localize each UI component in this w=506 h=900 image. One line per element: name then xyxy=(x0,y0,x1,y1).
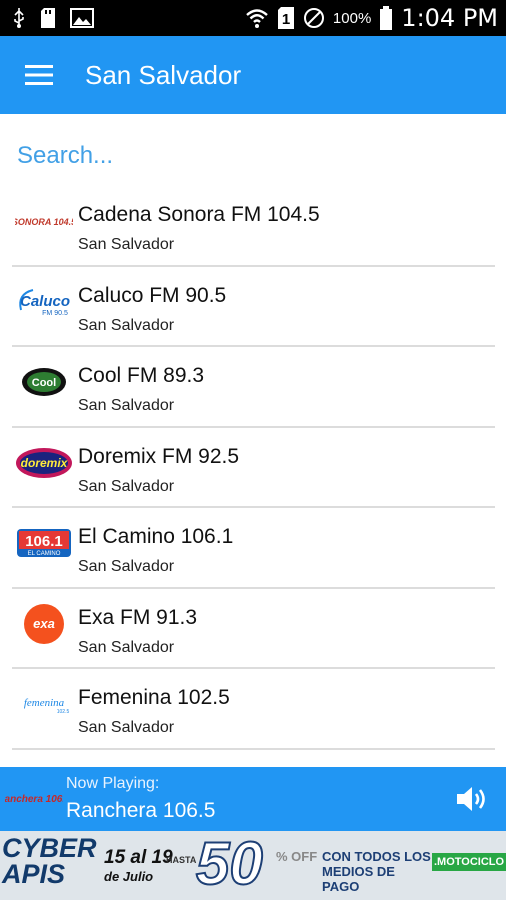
ranchera-logo: Ranchera 106.5 xyxy=(0,787,71,811)
ad-brand-line1: CYBER xyxy=(2,833,97,863)
station-city: San Salvador xyxy=(78,558,175,575)
cool-fm-logo: Cool xyxy=(15,363,73,401)
station-city: San Salvador xyxy=(78,236,175,253)
svg-text:Caluco: Caluco xyxy=(20,293,70,310)
sim-slot-number: 1 xyxy=(282,11,290,28)
list-item[interactable]: exa Exa FM 91.3 San Salvador xyxy=(12,589,495,669)
station-city: San Salvador xyxy=(78,316,175,334)
exa-fm-logo: exa xyxy=(15,603,73,644)
svg-text:106.1: 106.1 xyxy=(25,533,63,550)
status-bar: 1 100% 1:04 PM xyxy=(0,0,506,36)
femenina-logo: femenina 102.5 xyxy=(15,685,73,723)
list-item[interactable]: 106.1 EL CAMINO El Camino 106.1 San Salva… xyxy=(12,508,495,589)
ad-partner-badge: .MOTOCICLO xyxy=(432,853,506,871)
list-item[interactable]: Caluco FM 90.5 Caluco FM 90.5 San Salvado… xyxy=(12,267,495,347)
station-name: Exa FM 91.3 xyxy=(78,605,198,629)
station-city: San Salvador xyxy=(78,477,175,495)
svg-text:exa: exa xyxy=(33,616,55,631)
ad-discount: 50 xyxy=(195,831,264,897)
volume-icon[interactable] xyxy=(455,783,489,815)
clock: 1:04 PM xyxy=(401,4,498,32)
ad-off: % OFF xyxy=(276,849,318,864)
ad-payment-text: CON TODOS LOS MEDIOS DE PAGO xyxy=(322,849,431,894)
station-city: San Salvador xyxy=(78,719,175,736)
station-name: Femenina 102.5 xyxy=(78,686,230,709)
svg-text:SONORA 104.5: SONORA 104.5 xyxy=(15,217,73,227)
list-item[interactable]: SONORA 104.5 Cadena Sonora FM 104.5 San … xyxy=(12,186,495,267)
now-playing-bar[interactable]: Ranchera 106.5 Now Playing: Ranchera 106… xyxy=(0,767,506,831)
station-list: SONORA 104.5 Cadena Sonora FM 104.5 San … xyxy=(12,186,495,750)
ad-brand: CYBER APIS xyxy=(2,833,97,889)
search-input[interactable] xyxy=(17,138,487,174)
wifi-icon xyxy=(245,6,269,30)
menu-button[interactable] xyxy=(0,36,78,114)
station-name: Caluco FM 90.5 xyxy=(78,283,227,307)
hamburger-menu-icon[interactable] xyxy=(25,64,53,86)
list-item[interactable]: doremix Doremix FM 92.5 San Salvador xyxy=(12,428,495,508)
sim-icon: 1 xyxy=(277,6,295,30)
now-playing-station: Ranchera 106.5 xyxy=(66,799,216,822)
svg-text:Cool: Cool xyxy=(32,377,56,389)
svg-text:102.5: 102.5 xyxy=(57,709,70,715)
ad-hasta: HASTA xyxy=(166,855,197,865)
list-item[interactable]: Cool Cool FM 89.3 San Salvador xyxy=(12,347,495,428)
page-title: San Salvador xyxy=(85,59,242,90)
do-not-disturb-icon xyxy=(303,7,325,29)
el-camino-logo: 106.1 EL CAMINO xyxy=(15,524,73,562)
volume-button[interactable] xyxy=(455,783,489,815)
app-bar: San Salvador xyxy=(0,36,506,114)
station-city: San Salvador xyxy=(78,638,175,656)
svg-text:FM 90.5: FM 90.5 xyxy=(42,310,68,317)
battery-percent: 100% xyxy=(332,9,372,27)
svg-text:doremix: doremix xyxy=(21,456,69,470)
svg-text:EL CAMINO: EL CAMINO xyxy=(28,551,61,557)
ad-banner[interactable]: CYBER APIS 15 al 19 de Julio HASTA 50 % … xyxy=(0,831,506,900)
ad-month: de Julio xyxy=(104,869,154,884)
svg-text:Ranchera 106.5: Ranchera 106.5 xyxy=(5,794,63,805)
svg-text:femenina: femenina xyxy=(24,697,65,709)
station-name: Doremix FM 92.5 xyxy=(78,444,240,468)
ad-brand-line2: APIS xyxy=(2,859,66,889)
image-icon xyxy=(70,8,94,28)
station-name: Cadena Sonora FM 104.5 xyxy=(78,203,320,226)
station-city: San Salvador xyxy=(78,397,175,414)
station-name: Cool FM 89.3 xyxy=(78,364,205,387)
usb-icon xyxy=(12,7,26,29)
caluco-logo: Caluco FM 90.5 xyxy=(15,283,73,321)
now-playing-label: Now Playing: xyxy=(66,775,160,792)
list-item[interactable]: femenina 102.5 Femenina 102.5 San Salvado… xyxy=(12,669,495,750)
cadena-sonora-logo: SONORA 104.5 xyxy=(15,202,73,240)
battery-icon xyxy=(379,6,393,30)
doremix-logo: doremix xyxy=(15,444,73,482)
station-name: El Camino 106.1 xyxy=(78,525,234,548)
ad-dates: 15 al 19 xyxy=(104,847,173,868)
sd-card-icon xyxy=(40,7,56,29)
